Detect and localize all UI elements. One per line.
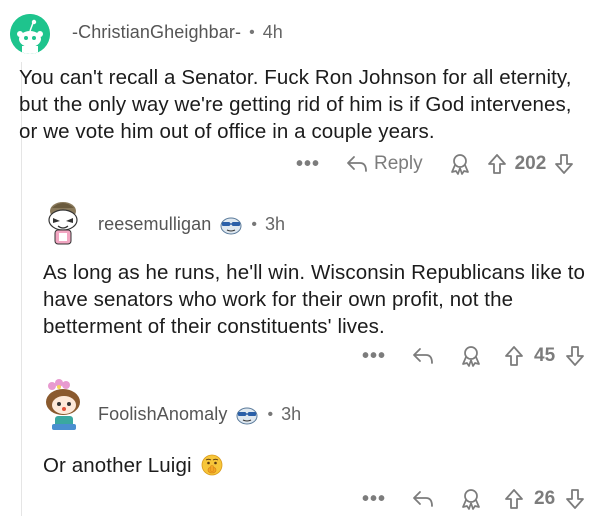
avatar[interactable] bbox=[36, 378, 90, 432]
upvote-button[interactable] bbox=[504, 345, 524, 367]
comment-actions: ••• 45 bbox=[362, 341, 585, 371]
downvote-arrow-icon bbox=[555, 154, 574, 174]
award-icon bbox=[462, 489, 480, 510]
username[interactable]: -ChristianGheighbar- bbox=[72, 22, 241, 43]
award-icon bbox=[450, 154, 469, 175]
vote-count: 26 bbox=[534, 488, 556, 509]
timestamp: 3h bbox=[281, 404, 302, 424]
custom-snoo-avatar-icon bbox=[46, 379, 80, 430]
award-button[interactable] bbox=[449, 153, 471, 175]
downvote-button[interactable] bbox=[554, 153, 574, 175]
reply-button[interactable]: Reply bbox=[346, 153, 423, 175]
timestamp: 4h bbox=[262, 22, 283, 42]
sunglasses-face-flair-icon bbox=[236, 407, 258, 424]
reply-arrow-icon bbox=[413, 491, 433, 507]
separator-dot: • bbox=[251, 215, 257, 233]
more-options-button[interactable]: ••• bbox=[362, 488, 386, 511]
user-flair bbox=[235, 405, 259, 425]
comment-body: Or another Luigi bbox=[43, 452, 583, 479]
username[interactable]: FoolishAnomaly bbox=[98, 404, 227, 425]
comment-line: Or another Luigi bbox=[43, 452, 583, 479]
user-flair bbox=[219, 215, 243, 235]
award-button[interactable] bbox=[460, 488, 482, 510]
avatar[interactable] bbox=[10, 14, 50, 54]
award-button[interactable] bbox=[460, 345, 482, 367]
reply-button[interactable] bbox=[412, 490, 434, 508]
vote-count: 202 bbox=[514, 153, 547, 174]
more-options-button[interactable]: ••• bbox=[296, 153, 320, 176]
reply-arrow-icon bbox=[347, 156, 367, 172]
comment: reesemulligan • 3h As long as he runs, h… bbox=[0, 188, 609, 376]
vote-count: 45 bbox=[534, 345, 556, 366]
separator-dot: • bbox=[249, 23, 255, 41]
sunglasses-face-flair-icon bbox=[220, 217, 242, 234]
downvote-arrow-icon bbox=[566, 346, 585, 366]
reply-button[interactable] bbox=[412, 347, 434, 365]
comment-body: You can't recall a Senator. Fuck Ron Joh… bbox=[19, 64, 589, 145]
comment: FoolishAnomaly • 3h Or another Luigi •••… bbox=[0, 376, 609, 516]
comment-text: Or another Luigi bbox=[43, 454, 192, 477]
downvote-arrow-icon bbox=[566, 489, 585, 509]
upvote-arrow-icon bbox=[487, 154, 506, 174]
downvote-button[interactable] bbox=[565, 345, 585, 367]
comment-body: As long as he runs, he'll win. Wisconsin… bbox=[43, 259, 591, 340]
separator-dot: • bbox=[267, 405, 274, 423]
upvote-button[interactable] bbox=[487, 153, 507, 175]
reply-arrow-icon bbox=[413, 348, 433, 364]
avatar[interactable] bbox=[38, 196, 88, 248]
comment-actions: ••• 26 bbox=[362, 484, 585, 514]
comment: -ChristianGheighbar- • 4h You can't reca… bbox=[0, 0, 609, 188]
shushing-face-emoji-icon bbox=[202, 454, 223, 476]
comment-actions: ••• Reply 202 bbox=[296, 149, 574, 179]
upvote-arrow-icon bbox=[505, 489, 523, 509]
comment-text: As long as he runs, he'll win. Wisconsin… bbox=[43, 261, 586, 338]
reddit-snoo-avatar-icon bbox=[10, 14, 50, 54]
award-icon bbox=[462, 346, 480, 367]
username[interactable]: reesemulligan bbox=[98, 214, 211, 235]
upvote-button[interactable] bbox=[504, 488, 524, 510]
custom-snoo-avatar-icon bbox=[48, 202, 78, 245]
timestamp: 3h bbox=[264, 214, 286, 234]
upvote-arrow-icon bbox=[505, 346, 523, 366]
downvote-button[interactable] bbox=[565, 488, 585, 510]
comment-text: You can't recall a Senator. Fuck Ron Joh… bbox=[19, 66, 572, 143]
more-options-button[interactable]: ••• bbox=[362, 345, 386, 368]
reply-label: Reply bbox=[374, 153, 423, 174]
